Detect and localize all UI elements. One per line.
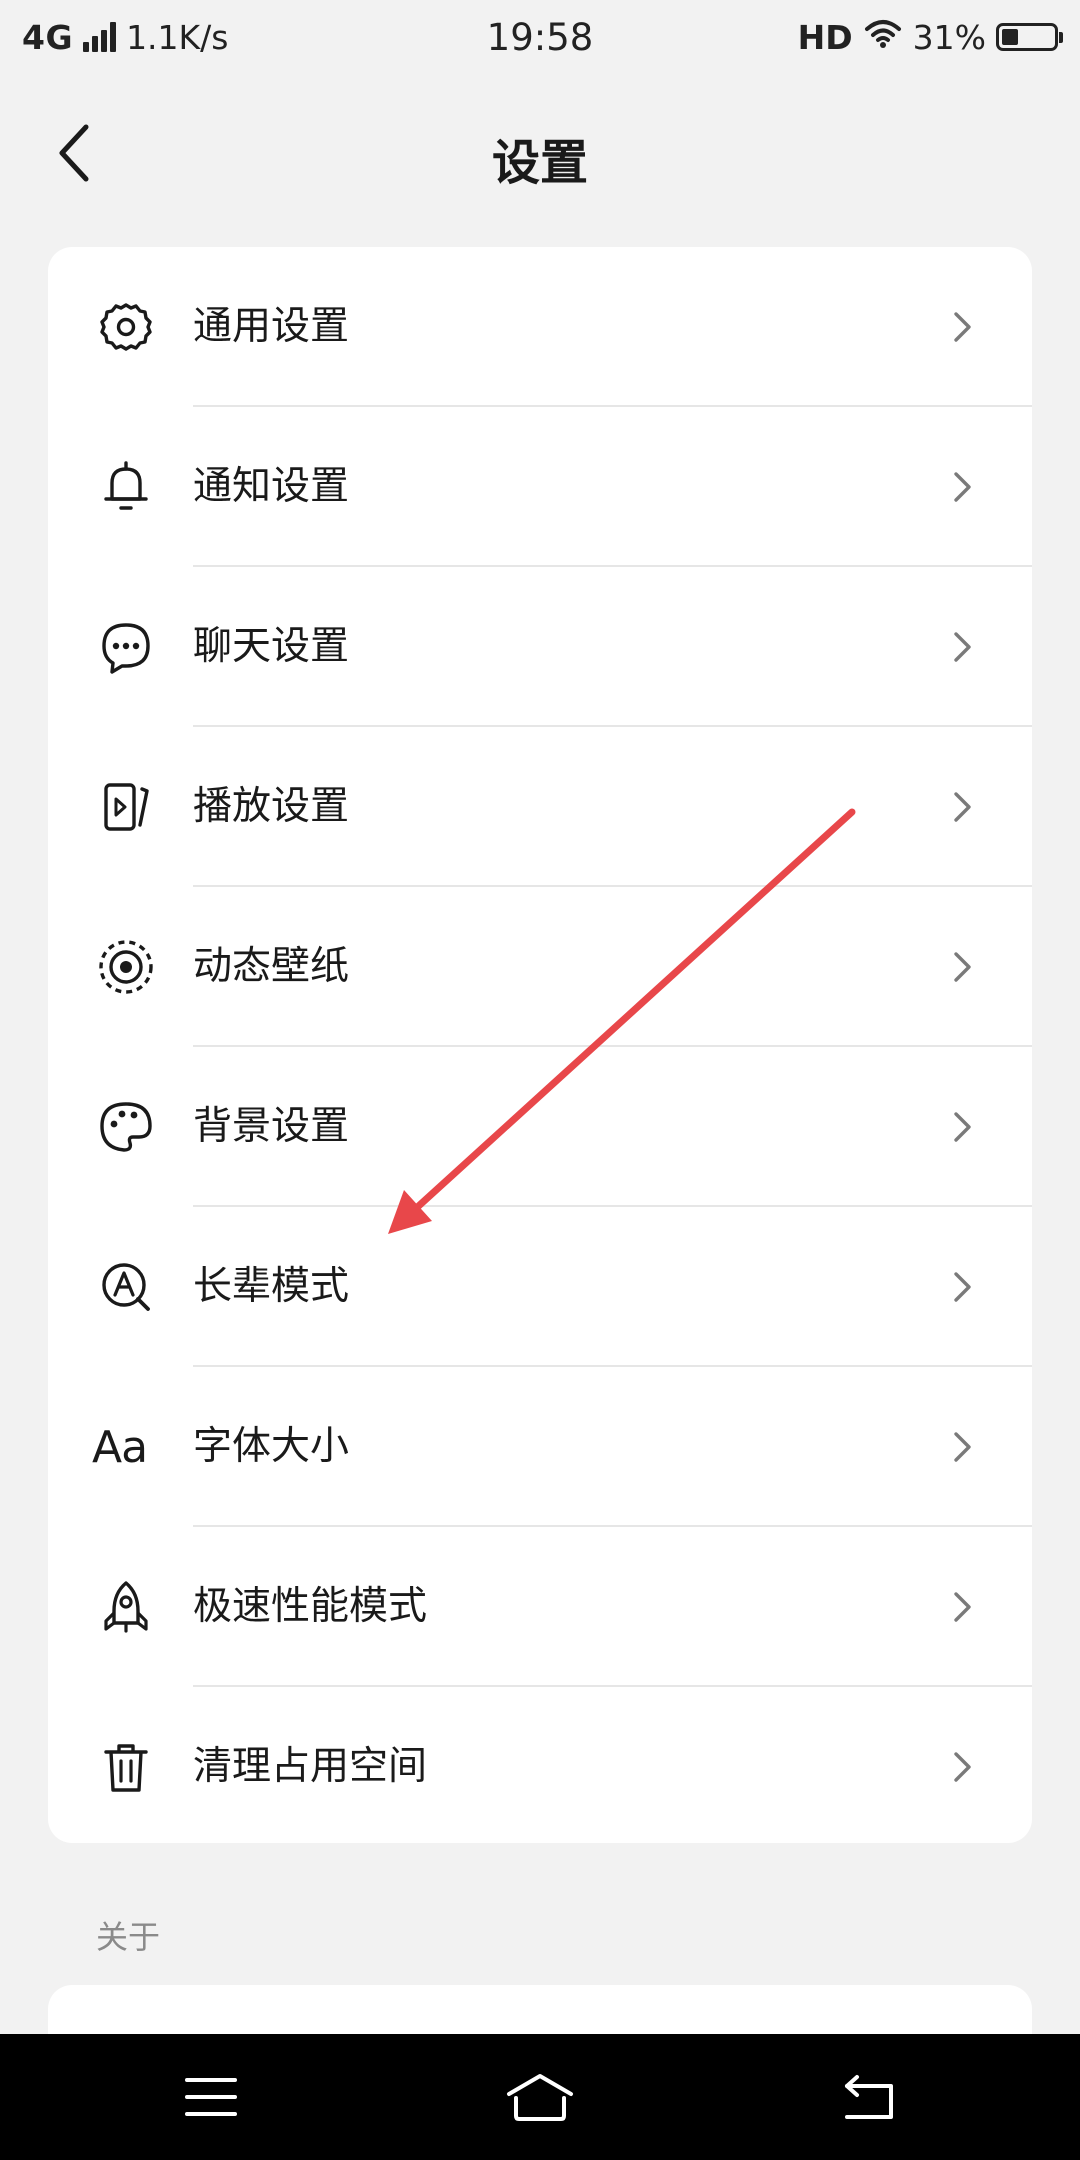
settings-item-label: 播放设置 <box>193 784 350 829</box>
hd-indicator: HD <box>797 17 853 57</box>
chevron-right-icon <box>954 1272 971 1302</box>
settings-item-label: 动态壁纸 <box>193 944 350 989</box>
settings-item-font-size[interactable]: Aa 字体大小 <box>48 1367 1032 1527</box>
chevron-right-icon <box>954 952 971 982</box>
settings-item-label: 长辈模式 <box>193 1264 350 1309</box>
settings-item-general[interactable]: 通用设置 <box>48 247 1032 407</box>
settings-item-label: 通知设置 <box>193 464 350 509</box>
chevron-right-icon <box>954 1432 971 1462</box>
wifi-icon <box>863 17 903 57</box>
network-speed: 1.1K/s <box>126 17 229 57</box>
chevron-right-icon <box>954 632 971 662</box>
settings-item-background[interactable]: 背景设置 <box>48 1047 1032 1207</box>
section-header-about: 关于 <box>96 1918 161 1956</box>
status-right: HD 31% <box>797 17 1063 57</box>
chevron-right-icon <box>954 1112 971 1142</box>
play-icon <box>96 777 156 837</box>
chevron-right-icon <box>954 1752 971 1782</box>
menu-icon <box>185 2078 237 2116</box>
elder-mode-icon <box>96 1257 156 1317</box>
settings-item-notifications[interactable]: 通知设置 <box>48 407 1032 567</box>
battery-level <box>1002 29 1018 45</box>
chevron-right-icon <box>954 1592 971 1622</box>
settings-item-label: 背景设置 <box>193 1104 350 1149</box>
settings-item-label: 字体大小 <box>193 1424 350 1469</box>
chevron-right-icon <box>954 312 971 342</box>
palette-icon <box>96 1097 156 1157</box>
chevron-right-icon <box>954 472 971 502</box>
menu-button[interactable] <box>171 2064 251 2130</box>
settings-item-performance-mode[interactable]: 极速性能模式 <box>48 1527 1032 1687</box>
page-title: 设置 <box>491 135 588 191</box>
header: 设置 <box>0 105 1080 201</box>
settings-item-elder-mode[interactable]: 长辈模式 <box>48 1207 1032 1367</box>
status-bar: 4G 1.1K/s 19:58 HD 31% <box>0 0 1080 74</box>
settings-item-label: 极速性能模式 <box>193 1584 428 1629</box>
settings-item-label: 通用设置 <box>193 304 350 349</box>
settings-item-label: 聊天设置 <box>193 624 350 669</box>
font-size-icon: Aa <box>92 1417 172 1477</box>
gear-icon <box>96 297 156 357</box>
settings-item-playback[interactable]: 播放设置 <box>48 727 1032 887</box>
settings-item-label: 清理占用空间 <box>193 1744 428 1789</box>
settings-item-chat[interactable]: 聊天设置 <box>48 567 1032 727</box>
settings-item-live-wallpaper[interactable]: 动态壁纸 <box>48 887 1032 1047</box>
battery-percent: 31% <box>912 17 986 57</box>
home-button[interactable] <box>500 2064 580 2130</box>
settings-item-clear-storage[interactable]: 清理占用空间 <box>48 1687 1032 1843</box>
home-icon <box>507 2074 573 2121</box>
settings-card: 通用设置 通知设置 聊天设置 播放设置 动态壁纸 背景设置 长辈模式 Aa 字体… <box>48 247 1032 1843</box>
bell-icon <box>96 457 156 517</box>
rocket-icon <box>96 1577 156 1637</box>
live-wallpaper-icon <box>96 937 156 997</box>
network-type: 4G <box>22 17 74 57</box>
font-size-icon-text: Aa <box>92 1421 148 1473</box>
back-return-icon <box>845 2075 893 2119</box>
navigation-bar <box>0 2034 1080 2160</box>
battery-icon <box>996 23 1063 51</box>
signal-icon <box>83 22 117 52</box>
system-back-button[interactable] <box>829 2064 909 2130</box>
chevron-right-icon <box>954 792 971 822</box>
chat-bubble-icon <box>96 617 156 677</box>
trash-icon <box>96 1737 156 1797</box>
status-left: 4G 1.1K/s <box>22 18 229 57</box>
